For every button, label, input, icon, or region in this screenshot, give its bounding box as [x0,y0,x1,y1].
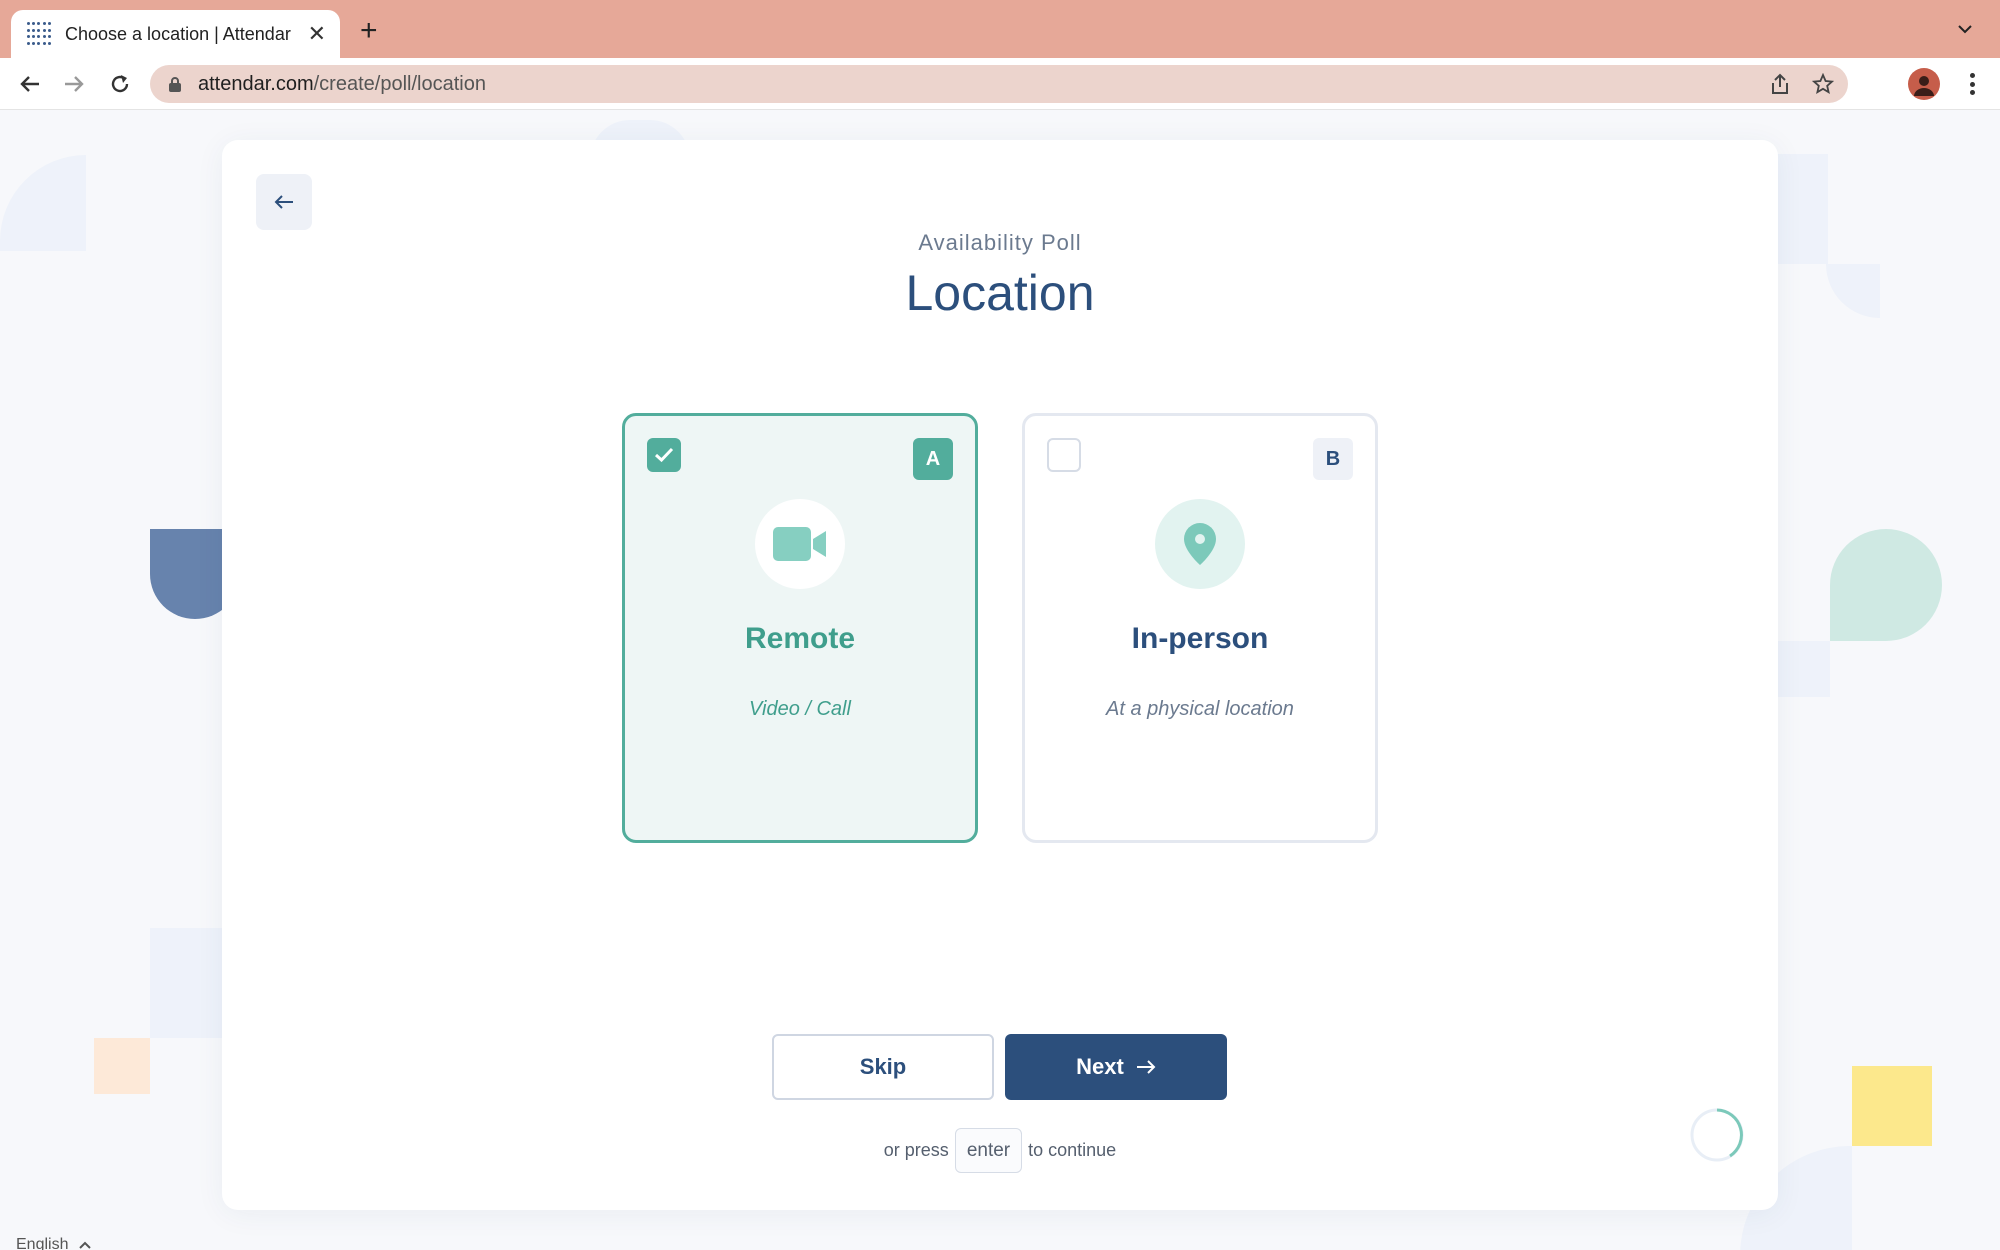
profile-avatar-icon[interactable] [1908,68,1940,100]
skip-button[interactable]: Skip [772,1034,994,1100]
tab-title: Choose a location | Attendar [65,23,291,44]
enter-key: enter [954,1128,1023,1173]
browser-tab[interactable]: Choose a location | Attendar ✕ [11,10,340,58]
option-key-badge: A [913,438,953,480]
option-in-person-title: In-person [1131,622,1269,655]
option-key-badge: B [1313,438,1353,480]
next-button[interactable]: Next [1005,1034,1227,1100]
option-in-person-description: At a physical location [1106,698,1294,720]
option-remote[interactable]: A Remote Video / Call [622,413,978,843]
next-button-label: Next [1076,1054,1124,1079]
new-tab-icon[interactable]: + [360,16,378,46]
decor-shape [1852,1066,1932,1146]
checkmark-icon [654,447,674,463]
url-text: attendar.com/create/poll/location [198,73,486,96]
loading-spinner-icon [1690,1108,1744,1162]
language-label: English [16,1236,69,1250]
keyboard-hint: or press enter to continue [222,1128,1778,1173]
address-bar[interactable]: attendar.com/create/poll/location [150,65,1848,103]
forward-arrow-icon[interactable] [56,66,92,102]
option-remote-checkbox[interactable] [647,438,681,472]
back-arrow-icon [274,195,293,209]
decor-shape [1772,641,1830,697]
language-selector[interactable]: English [16,1236,92,1250]
chevron-up-icon [79,1241,92,1249]
browser-menu-icon[interactable] [1962,70,1982,98]
back-arrow-icon[interactable] [12,66,48,102]
url-domain: attendar.com [198,72,314,95]
decor-shape [0,155,86,251]
decor-shape [150,928,230,1038]
video-camera-icon [755,499,845,589]
option-remote-description: Video / Call [749,698,851,720]
hint-suffix: to continue [1028,1140,1117,1160]
option-in-person-checkbox[interactable] [1047,438,1081,472]
tab-search-chevron-icon[interactable] [1956,20,1974,38]
url-path: /create/poll/location [313,72,486,95]
map-pin-icon [1155,499,1245,589]
browser-toolbar: attendar.com/create/poll/location [0,58,2000,110]
back-button[interactable] [256,174,312,230]
share-icon[interactable] [1770,73,1790,95]
lock-icon [168,76,182,92]
poll-card: Availability Poll Location A Remote Vide… [222,140,1778,1210]
bookmark-star-icon[interactable] [1812,73,1834,95]
reload-icon[interactable] [102,66,138,102]
decor-shape [1826,264,1880,318]
decor-shape [94,1038,150,1094]
decor-shape [1772,154,1828,264]
option-remote-title: Remote [744,622,856,655]
hint-prefix: or press [883,1140,949,1160]
arrow-right-icon [1136,1060,1156,1074]
tab-close-icon[interactable]: ✕ [308,23,326,45]
poll-type-label: Availability Poll [918,230,1082,255]
page-title: Location [905,265,1095,321]
browser-tab-strip: Choose a location | Attendar ✕ + [0,0,2000,58]
attendar-favicon-icon [27,22,51,46]
decor-shape [1830,529,1942,641]
option-in-person[interactable]: B In-person At a physical location [1022,413,1378,843]
